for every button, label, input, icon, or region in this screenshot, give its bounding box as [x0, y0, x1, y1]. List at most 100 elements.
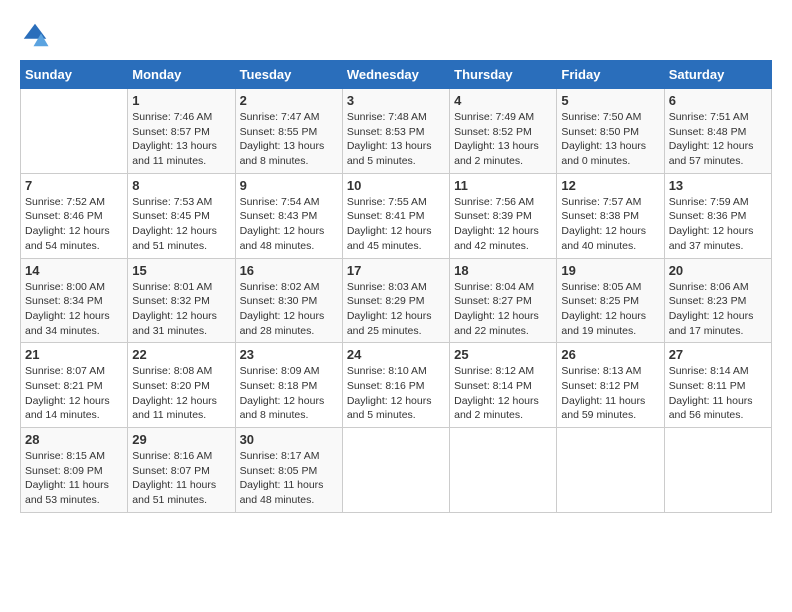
day-number: 7	[25, 178, 123, 193]
day-info: Sunrise: 8:17 AM Sunset: 8:05 PM Dayligh…	[240, 449, 338, 508]
day-cell: 13 Sunrise: 7:59 AM Sunset: 8:36 PM Dayli…	[664, 173, 771, 258]
logo-icon	[20, 20, 50, 50]
day-cell: 14Sunrise: 8:00 AM Sunset: 8:34 PM Dayli…	[21, 258, 128, 343]
day-cell: 15 Sunrise: 8:01 AM Sunset: 8:32 PM Dayli…	[128, 258, 235, 343]
day-info: Sunrise: 8:07 AM Sunset: 8:21 PM Dayligh…	[25, 364, 123, 423]
day-info: Sunrise: 7:46 AM Sunset: 8:57 PM Dayligh…	[132, 110, 230, 169]
day-info: Sunrise: 7:52 AM Sunset: 8:46 PM Dayligh…	[25, 195, 123, 254]
day-number: 26	[561, 347, 659, 362]
day-cell: 23 Sunrise: 8:09 AM Sunset: 8:18 PM Dayli…	[235, 343, 342, 428]
day-number: 27	[669, 347, 767, 362]
day-info: Sunrise: 7:49 AM Sunset: 8:52 PM Dayligh…	[454, 110, 552, 169]
calendar-table: SundayMondayTuesdayWednesdayThursdayFrid…	[20, 60, 772, 513]
day-info: Sunrise: 8:09 AM Sunset: 8:18 PM Dayligh…	[240, 364, 338, 423]
day-number: 15	[132, 263, 230, 278]
day-info: Sunrise: 8:06 AM Sunset: 8:23 PM Dayligh…	[669, 280, 767, 339]
day-cell: 27 Sunrise: 8:14 AM Sunset: 8:11 PM Dayli…	[664, 343, 771, 428]
day-cell: 18Sunrise: 8:04 AM Sunset: 8:27 PM Dayli…	[450, 258, 557, 343]
day-number: 29	[132, 432, 230, 447]
day-cell: 6 Sunrise: 7:51 AM Sunset: 8:48 PM Daylig…	[664, 89, 771, 174]
column-header-tuesday: Tuesday	[235, 61, 342, 89]
day-cell: 17Sunrise: 8:03 AM Sunset: 8:29 PM Dayli…	[342, 258, 449, 343]
day-cell	[450, 428, 557, 513]
day-info: Sunrise: 8:04 AM Sunset: 8:27 PM Dayligh…	[454, 280, 552, 339]
day-number: 1	[132, 93, 230, 108]
day-cell: 25 Sunrise: 8:12 AM Sunset: 8:14 PM Dayli…	[450, 343, 557, 428]
day-info: Sunrise: 8:16 AM Sunset: 8:07 PM Dayligh…	[132, 449, 230, 508]
day-info: Sunrise: 7:57 AM Sunset: 8:38 PM Dayligh…	[561, 195, 659, 254]
day-info: Sunrise: 7:53 AM Sunset: 8:45 PM Dayligh…	[132, 195, 230, 254]
day-info: Sunrise: 8:10 AM Sunset: 8:16 PM Dayligh…	[347, 364, 445, 423]
day-cell	[557, 428, 664, 513]
day-cell	[21, 89, 128, 174]
day-cell: 21Sunrise: 8:07 AM Sunset: 8:21 PM Dayli…	[21, 343, 128, 428]
day-number: 5	[561, 93, 659, 108]
day-info: Sunrise: 7:47 AM Sunset: 8:55 PM Dayligh…	[240, 110, 338, 169]
week-row-1: 1 Sunrise: 7:46 AM Sunset: 8:57 PM Daylig…	[21, 89, 772, 174]
day-cell: 22 Sunrise: 8:08 AM Sunset: 8:20 PM Dayli…	[128, 343, 235, 428]
day-info: Sunrise: 7:51 AM Sunset: 8:48 PM Dayligh…	[669, 110, 767, 169]
day-number: 28	[25, 432, 123, 447]
day-number: 25	[454, 347, 552, 362]
day-cell: 26Sunrise: 8:13 AM Sunset: 8:12 PM Dayli…	[557, 343, 664, 428]
day-cell: 28Sunrise: 8:15 AM Sunset: 8:09 PM Dayli…	[21, 428, 128, 513]
day-info: Sunrise: 7:59 AM Sunset: 8:36 PM Dayligh…	[669, 195, 767, 254]
column-header-saturday: Saturday	[664, 61, 771, 89]
day-cell: 16 Sunrise: 8:02 AM Sunset: 8:30 PM Dayli…	[235, 258, 342, 343]
day-number: 10	[347, 178, 445, 193]
column-header-monday: Monday	[128, 61, 235, 89]
day-cell: 1 Sunrise: 7:46 AM Sunset: 8:57 PM Daylig…	[128, 89, 235, 174]
day-info: Sunrise: 8:01 AM Sunset: 8:32 PM Dayligh…	[132, 280, 230, 339]
week-row-5: 28Sunrise: 8:15 AM Sunset: 8:09 PM Dayli…	[21, 428, 772, 513]
day-number: 4	[454, 93, 552, 108]
day-number: 17	[347, 263, 445, 278]
day-cell: 7 Sunrise: 7:52 AM Sunset: 8:46 PM Daylig…	[21, 173, 128, 258]
day-cell: 30 Sunrise: 8:17 AM Sunset: 8:05 PM Dayli…	[235, 428, 342, 513]
column-header-thursday: Thursday	[450, 61, 557, 89]
day-cell: 4 Sunrise: 7:49 AM Sunset: 8:52 PM Daylig…	[450, 89, 557, 174]
day-cell: 9 Sunrise: 7:54 AM Sunset: 8:43 PM Daylig…	[235, 173, 342, 258]
column-header-sunday: Sunday	[21, 61, 128, 89]
day-number: 2	[240, 93, 338, 108]
day-number: 3	[347, 93, 445, 108]
day-number: 23	[240, 347, 338, 362]
day-number: 12	[561, 178, 659, 193]
day-cell: 5Sunrise: 7:50 AM Sunset: 8:50 PM Daylig…	[557, 89, 664, 174]
day-info: Sunrise: 8:12 AM Sunset: 8:14 PM Dayligh…	[454, 364, 552, 423]
day-number: 6	[669, 93, 767, 108]
page-header	[20, 20, 772, 50]
day-cell: 3 Sunrise: 7:48 AM Sunset: 8:53 PM Daylig…	[342, 89, 449, 174]
day-info: Sunrise: 8:02 AM Sunset: 8:30 PM Dayligh…	[240, 280, 338, 339]
day-number: 30	[240, 432, 338, 447]
day-info: Sunrise: 7:55 AM Sunset: 8:41 PM Dayligh…	[347, 195, 445, 254]
day-number: 20	[669, 263, 767, 278]
column-header-friday: Friday	[557, 61, 664, 89]
day-info: Sunrise: 7:54 AM Sunset: 8:43 PM Dayligh…	[240, 195, 338, 254]
day-cell: 11Sunrise: 7:56 AM Sunset: 8:39 PM Dayli…	[450, 173, 557, 258]
day-number: 19	[561, 263, 659, 278]
column-header-wednesday: Wednesday	[342, 61, 449, 89]
day-info: Sunrise: 8:00 AM Sunset: 8:34 PM Dayligh…	[25, 280, 123, 339]
day-info: Sunrise: 8:14 AM Sunset: 8:11 PM Dayligh…	[669, 364, 767, 423]
week-row-2: 7 Sunrise: 7:52 AM Sunset: 8:46 PM Daylig…	[21, 173, 772, 258]
day-info: Sunrise: 7:48 AM Sunset: 8:53 PM Dayligh…	[347, 110, 445, 169]
day-cell: 24 Sunrise: 8:10 AM Sunset: 8:16 PM Dayli…	[342, 343, 449, 428]
day-number: 22	[132, 347, 230, 362]
day-cell	[664, 428, 771, 513]
day-info: Sunrise: 8:08 AM Sunset: 8:20 PM Dayligh…	[132, 364, 230, 423]
logo	[20, 20, 54, 50]
day-cell: 2 Sunrise: 7:47 AM Sunset: 8:55 PM Daylig…	[235, 89, 342, 174]
day-number: 24	[347, 347, 445, 362]
day-cell: 12 Sunrise: 7:57 AM Sunset: 8:38 PM Dayli…	[557, 173, 664, 258]
calendar-header-row: SundayMondayTuesdayWednesdayThursdayFrid…	[21, 61, 772, 89]
day-number: 16	[240, 263, 338, 278]
week-row-4: 21Sunrise: 8:07 AM Sunset: 8:21 PM Dayli…	[21, 343, 772, 428]
day-cell: 19 Sunrise: 8:05 AM Sunset: 8:25 PM Dayli…	[557, 258, 664, 343]
day-cell: 10 Sunrise: 7:55 AM Sunset: 8:41 PM Dayli…	[342, 173, 449, 258]
day-info: Sunrise: 8:05 AM Sunset: 8:25 PM Dayligh…	[561, 280, 659, 339]
day-number: 9	[240, 178, 338, 193]
day-number: 8	[132, 178, 230, 193]
day-info: Sunrise: 7:56 AM Sunset: 8:39 PM Dayligh…	[454, 195, 552, 254]
day-number: 13	[669, 178, 767, 193]
day-cell	[342, 428, 449, 513]
